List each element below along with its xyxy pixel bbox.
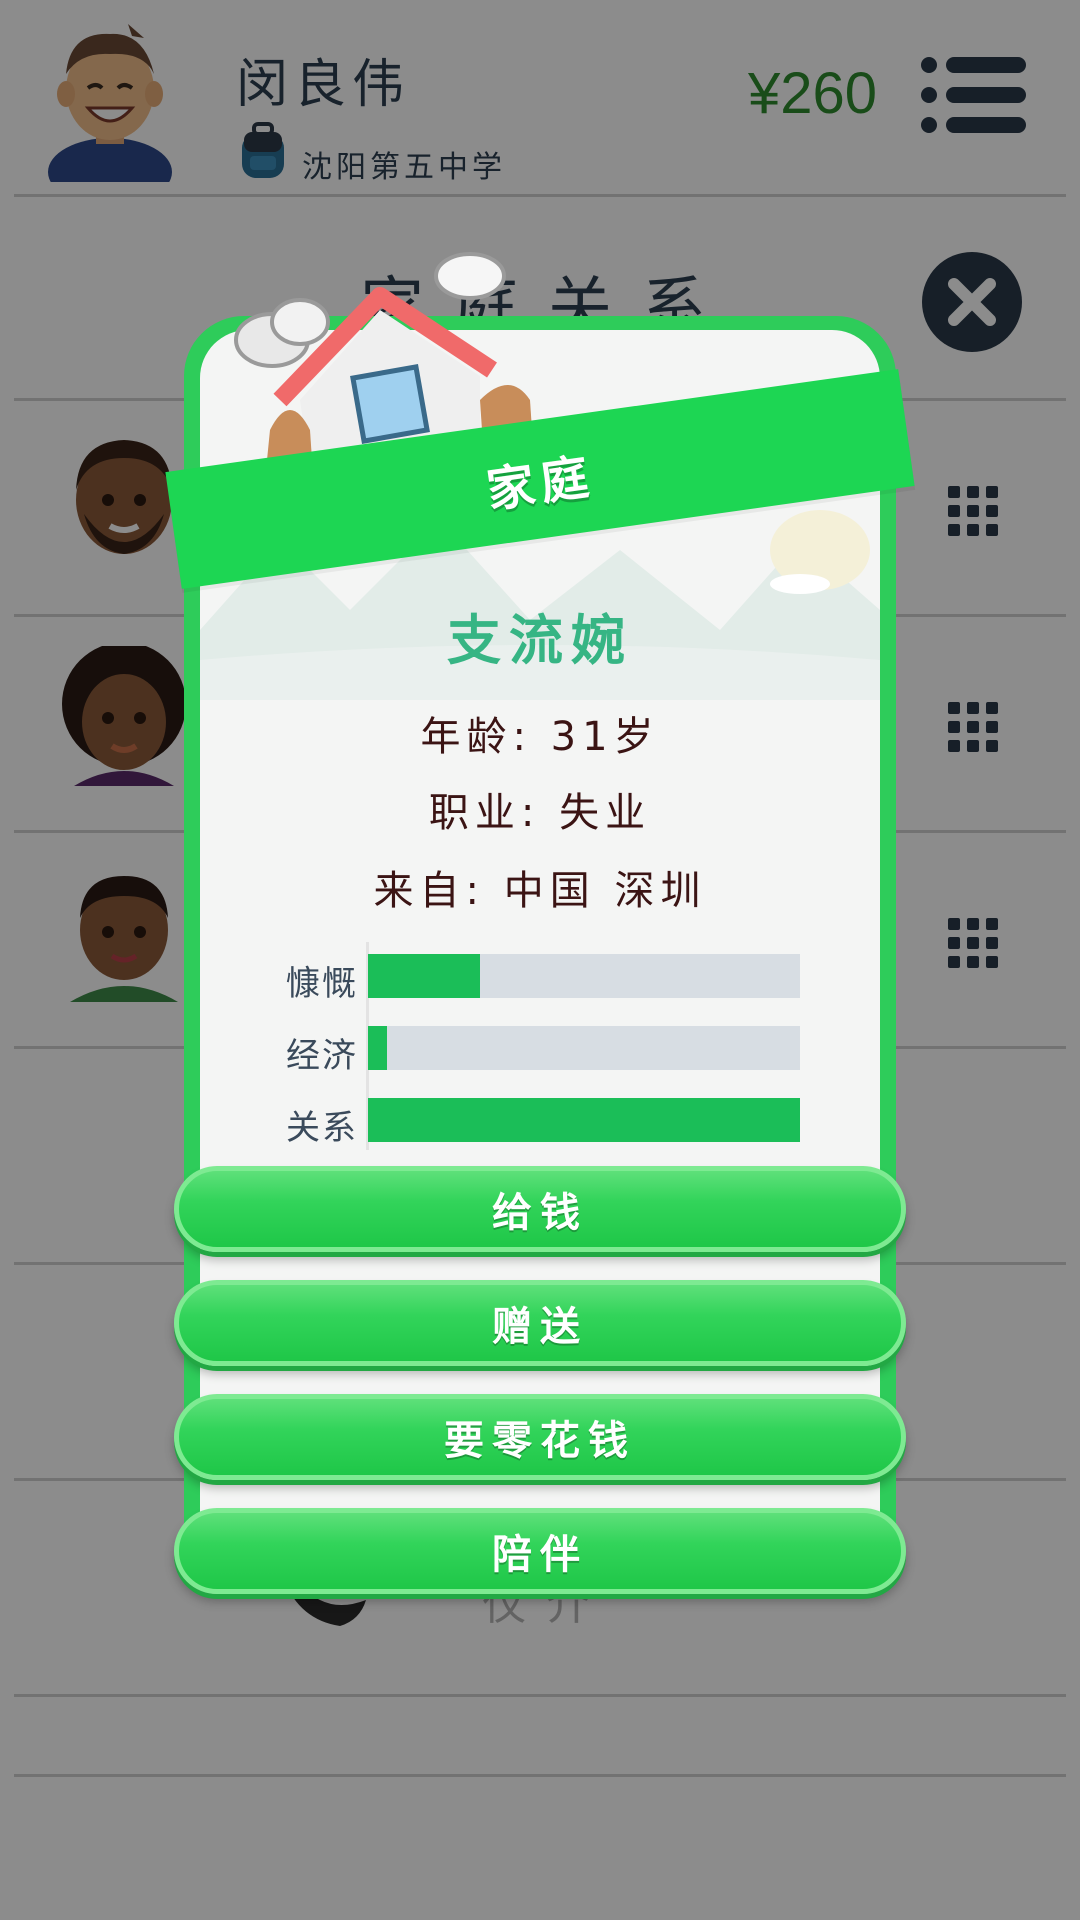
give-money-button[interactable]: 给钱 [174,1166,906,1252]
person-name: 支流婉 [447,609,633,672]
gift-button[interactable]: 赠送 [174,1280,906,1366]
accompany-button[interactable]: 陪伴 [174,1508,906,1594]
stat-label-generosity: 慷慨 [286,964,358,1004]
origin-line: 来自: 中国 深圳 [373,868,707,914]
stat-bar-relationship [368,1098,800,1142]
age-line: 年龄: 31岁 [420,714,660,760]
stat-fill [368,1026,388,1070]
stat-bar-generosity [368,954,800,998]
ask-pocket-money-button[interactable]: 要零花钱 [174,1394,906,1480]
stat-bar-economy [368,1026,800,1070]
stat-label-economy: 经济 [286,1036,358,1076]
job-line: 职业: 失业 [428,790,652,836]
stat-label-relationship: 关系 [286,1108,358,1148]
stat-fill [368,1098,800,1142]
stat-fill [368,954,481,998]
